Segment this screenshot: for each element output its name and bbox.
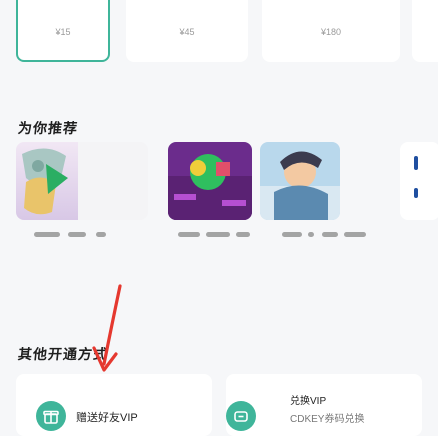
redeem-vip-sublabel: CDKEY券码兑换: [290, 414, 365, 425]
price-value: ¥45: [179, 27, 195, 37]
price-option-3[interactable]: ¥180: [262, 0, 400, 62]
price-options-row: ¥15 ¥45 ¥180: [0, 0, 438, 76]
redeem-vip-label: 兑换VIP: [290, 396, 327, 407]
recommend-title: 为你推荐: [17, 120, 79, 136]
price-value: ¥180: [320, 27, 342, 37]
recommend-card-3[interactable]: [260, 142, 340, 220]
recommend-card-4-partial[interactable]: [400, 142, 438, 220]
ticket-icon: [226, 401, 256, 431]
gift-vip-label: 赠送好友VIP: [76, 412, 138, 424]
gift-vip-card[interactable]: 赠送好友VIP: [16, 374, 212, 436]
price-option-1[interactable]: ¥15: [16, 0, 110, 62]
recommend-card-2-image: [168, 142, 252, 220]
recommend-card-3-image: [260, 142, 340, 220]
recommend-card-3-caption: [282, 232, 392, 240]
price-option-2[interactable]: ¥45: [126, 0, 248, 62]
price-value: ¥15: [55, 27, 71, 37]
annotation-arrow-icon: [92, 284, 122, 372]
recommend-card-2-caption: [178, 232, 268, 240]
redeem-vip-card[interactable]: 兑换VIP CDKEY券码兑换: [226, 374, 422, 436]
price-option-4-partial[interactable]: [412, 0, 438, 62]
recommend-card-4-image: [414, 156, 418, 198]
recommend-card-1-caption: [34, 232, 144, 240]
watermark: Baidu经验: [338, 395, 389, 407]
recommend-card-1[interactable]: [16, 142, 148, 220]
gift-icon: [36, 401, 66, 431]
recommend-card-1-image: [16, 142, 148, 220]
recommend-card-2[interactable]: [168, 142, 252, 220]
